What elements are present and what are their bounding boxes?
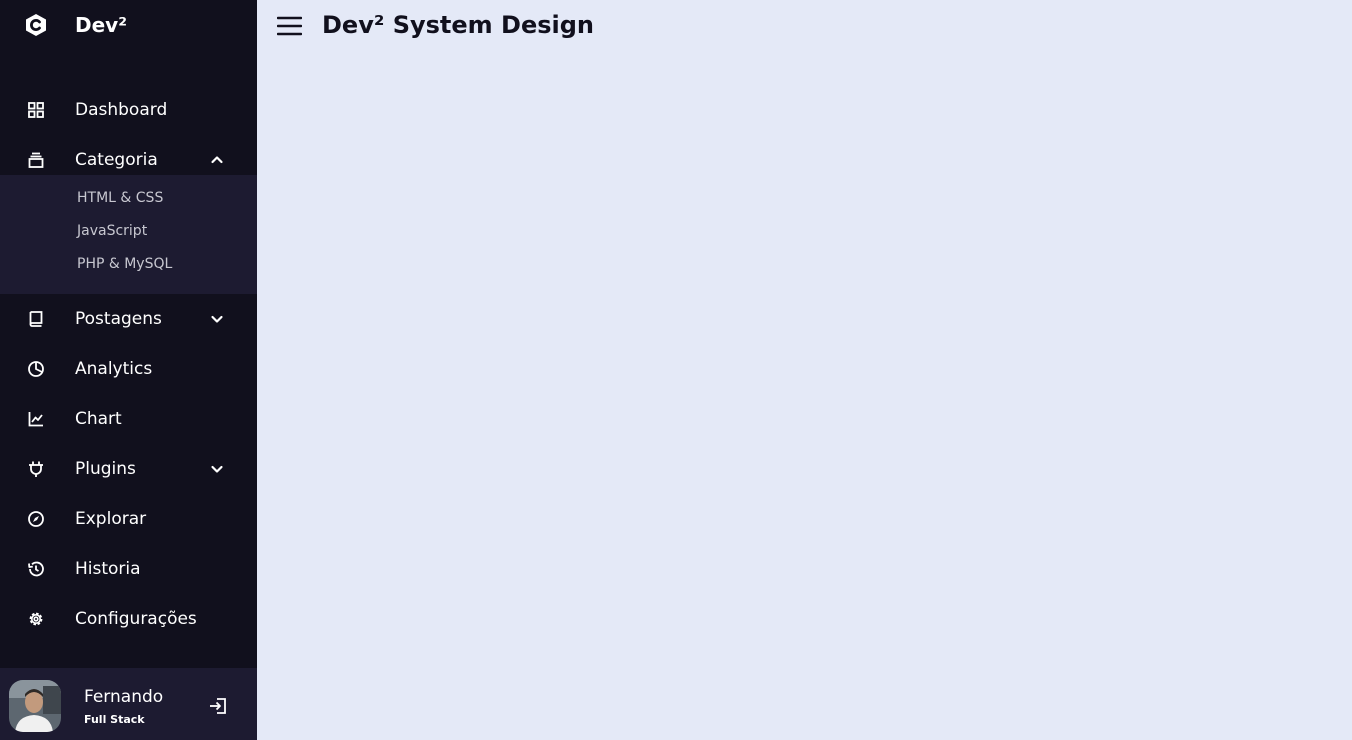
chevron-down-icon[interactable] (209, 311, 225, 327)
collection-icon (26, 150, 46, 170)
sidebar: Dev² Dashboard Categoria HTML & CSS Java… (0, 0, 257, 740)
compass-icon (26, 509, 46, 529)
sidebar-item-postagens[interactable]: Postagens (0, 294, 257, 344)
gear-icon (26, 609, 46, 629)
chevron-up-icon[interactable] (209, 152, 225, 168)
history-icon (26, 559, 46, 579)
submenu-item-javascript[interactable]: JavaScript (77, 221, 147, 241)
c-badge-icon (26, 14, 46, 36)
sidebar-item-label: Plugins (75, 459, 136, 479)
chevron-down-icon[interactable] (209, 461, 225, 477)
sidebar-item-label: Chart (75, 409, 122, 429)
sidebar-item-configuracoes[interactable]: Configurações (0, 594, 257, 644)
sidebar-item-label: Historia (75, 559, 141, 579)
line-chart-icon (26, 409, 46, 429)
sidebar-item-historia[interactable]: Historia (0, 544, 257, 594)
sidebar-item-label: Categoria (75, 150, 158, 170)
hamburger-icon[interactable] (277, 14, 302, 38)
submenu-item-php-mysql[interactable]: PHP & MySQL (77, 254, 172, 274)
pie-chart-icon (26, 359, 46, 379)
book-icon (26, 309, 46, 329)
sidebar-item-label: Configurações (75, 609, 197, 629)
grid-icon (26, 100, 46, 120)
plug-icon (26, 459, 46, 479)
profile-card: Fernando Full Stack (0, 668, 257, 740)
avatar (9, 680, 61, 732)
page-title: Dev² System Design (322, 11, 595, 39)
categoria-submenu: HTML & CSS JavaScript PHP & MySQL (0, 175, 257, 294)
profile-name: Fernando (84, 687, 164, 707)
logo[interactable]: Dev² (0, 0, 257, 50)
sidebar-item-explorar[interactable]: Explorar (0, 494, 257, 544)
sidebar-item-plugins[interactable]: Plugins (0, 444, 257, 494)
home-section: Dev² System Design (257, 0, 1352, 740)
sidebar-item-chart[interactable]: Chart (0, 394, 257, 444)
sidebar-item-label: Explorar (75, 509, 147, 529)
logo-name: Dev² (75, 13, 127, 37)
sidebar-item-label: Analytics (75, 359, 153, 379)
sidebar-item-dashboard[interactable]: Dashboard (0, 85, 257, 135)
submenu-item-html-css[interactable]: HTML & CSS (77, 188, 163, 208)
sidebar-item-analytics[interactable]: Analytics (0, 344, 257, 394)
sidebar-item-label: Postagens (75, 309, 162, 329)
sidebar-item-label: Dashboard (75, 100, 168, 120)
profile-job: Full Stack (84, 713, 145, 726)
logout-icon[interactable] (208, 696, 228, 716)
